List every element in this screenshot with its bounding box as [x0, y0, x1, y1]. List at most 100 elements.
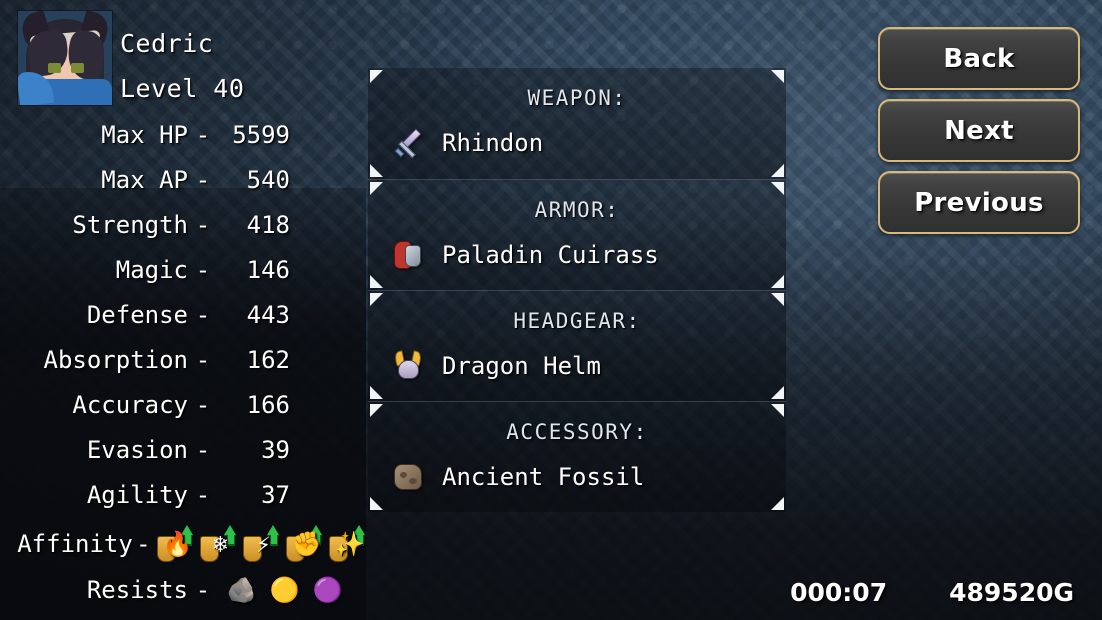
- resists-dash: -: [195, 576, 211, 604]
- corner-bracket-icon: [370, 497, 383, 510]
- petrify-resist-icon[interactable]: 🪨: [218, 570, 258, 610]
- navigation-buttons: Back Next Previous: [878, 27, 1080, 243]
- stat-value: 37: [261, 480, 290, 509]
- corner-bracket-icon: [771, 275, 784, 288]
- corner-bracket-icon: [370, 386, 383, 399]
- gold-display: 489520G: [949, 578, 1074, 607]
- stat-label: Max HP: [101, 120, 188, 149]
- stat-value: 162: [246, 345, 290, 374]
- corner-bracket-icon: [370, 293, 383, 306]
- corner-bracket-icon: [370, 182, 383, 195]
- weapon-item-name: Rhindon: [442, 129, 544, 157]
- character-info-panel: Cedric Level 40 Max HP - 5599 Max AP - 5…: [0, 0, 366, 620]
- stat-dash: -: [195, 435, 211, 464]
- resists-row: Resists - 🪨 🟡 🟣: [0, 570, 366, 610]
- resists-icon-group: 🪨 🟡 🟣: [218, 570, 344, 610]
- stat-dash: -: [195, 165, 211, 194]
- stat-dash: -: [195, 120, 211, 149]
- corner-bracket-icon: [771, 293, 784, 306]
- stat-label: Absorption: [43, 345, 189, 374]
- character-level: Level 40: [120, 74, 245, 103]
- sword-icon: [388, 123, 428, 163]
- earth-affinity-icon[interactable]: ✊: [283, 524, 323, 564]
- stat-row-accuracy: Accuracy - 166: [0, 382, 290, 427]
- play-time-display: 000:07: [790, 578, 888, 607]
- stat-row-agility: Agility - 37: [0, 472, 290, 517]
- lightning-icon-glyph: ⚡: [256, 530, 271, 558]
- stat-list: Max HP - 5599 Max AP - 540 Strength - 41…: [0, 112, 291, 517]
- status-bar: 000:07 489520G: [790, 578, 1074, 607]
- lightning-affinity-icon[interactable]: ⚡: [240, 524, 280, 564]
- poison-icon-glyph: 🟣: [312, 576, 343, 604]
- stat-dash: -: [195, 345, 211, 374]
- weapon-slot[interactable]: WEAPON: Rhindon: [368, 68, 786, 179]
- stat-value: 5599: [232, 120, 290, 149]
- affinity-icon-group: 🔥 ❄ ⚡ ✊ ✨: [154, 524, 366, 564]
- accessory-item-name: Ancient Fossil: [442, 463, 645, 491]
- stat-label: Max AP: [101, 165, 188, 194]
- corner-bracket-icon: [771, 386, 784, 399]
- petrify-icon-glyph: 🪨: [226, 576, 257, 604]
- helm-icon: [388, 346, 428, 386]
- holy-affinity-icon[interactable]: ✨: [326, 524, 366, 564]
- stat-label: Accuracy: [72, 390, 188, 419]
- stat-row-absorption: Absorption - 162: [0, 337, 291, 382]
- stat-row-magic: Magic - 146: [0, 247, 290, 292]
- accessory-slot[interactable]: ACCESSORY: Ancient Fossil: [368, 401, 786, 512]
- armor-slot[interactable]: ARMOR: Paladin Cuirass: [368, 179, 786, 290]
- avatar: [18, 11, 112, 105]
- character-name: Cedric: [120, 29, 214, 58]
- stat-label: Defense: [86, 300, 188, 329]
- corner-bracket-icon: [771, 404, 784, 417]
- stat-dash: -: [195, 390, 211, 419]
- stat-dash: -: [195, 210, 211, 239]
- fire-icon-glyph: 🔥: [162, 530, 193, 558]
- corner-bracket-icon: [771, 497, 784, 510]
- corner-bracket-icon: [771, 182, 784, 195]
- affinity-row: Affinity - 🔥 ❄ ⚡ ✊ ✨: [0, 524, 366, 564]
- corner-bracket-icon: [370, 404, 383, 417]
- stat-value: 166: [246, 390, 290, 419]
- equipment-panel: WEAPON: Rhindon ARMOR: Paladin Cuirass H…: [368, 68, 786, 512]
- stat-value: 443: [246, 300, 290, 329]
- stat-label: Strength: [72, 210, 188, 239]
- fire-affinity-icon[interactable]: 🔥: [154, 524, 194, 564]
- accessory-slot-title: ACCESSORY:: [506, 420, 648, 444]
- stat-row-max-ap: Max AP - 540: [0, 157, 290, 202]
- fossil-icon: [388, 457, 428, 497]
- affinity-label: Affinity: [17, 530, 133, 558]
- stat-row-strength: Strength - 418: [0, 202, 290, 247]
- corner-bracket-icon: [370, 70, 383, 83]
- back-button[interactable]: Back: [878, 27, 1080, 90]
- armor-icon: [388, 235, 428, 275]
- stat-dash: -: [195, 300, 211, 329]
- ice-icon-glyph: ❄: [213, 530, 228, 558]
- holy-icon-glyph: ✨: [334, 530, 365, 558]
- weapon-slot-title: WEAPON:: [527, 86, 627, 110]
- corner-bracket-icon: [771, 164, 784, 177]
- corner-bracket-icon: [370, 275, 383, 288]
- stat-value: 540: [246, 165, 290, 194]
- stat-dash: -: [195, 255, 211, 284]
- previous-button[interactable]: Previous: [878, 171, 1080, 234]
- stat-label: Agility: [86, 480, 188, 509]
- silence-resist-icon[interactable]: 🟡: [261, 570, 301, 610]
- poison-resist-icon[interactable]: 🟣: [304, 570, 344, 610]
- stat-label: Magic: [115, 255, 188, 284]
- silence-icon-glyph: 🟡: [269, 576, 300, 604]
- stat-dash: -: [195, 480, 211, 509]
- corner-bracket-icon: [370, 164, 383, 177]
- character-status-screen: Cedric Level 40 Max HP - 5599 Max AP - 5…: [0, 0, 1102, 620]
- armor-slot-title: ARMOR:: [534, 198, 620, 222]
- stat-value: 418: [246, 210, 290, 239]
- next-button[interactable]: Next: [878, 99, 1080, 162]
- stat-row-max-hp: Max HP - 5599: [0, 112, 290, 157]
- headgear-slot-title: HEADGEAR:: [513, 309, 641, 333]
- resists-label: Resists: [86, 576, 188, 604]
- earth-icon-glyph: ✊: [291, 530, 322, 558]
- ice-affinity-icon[interactable]: ❄: [197, 524, 237, 564]
- armor-item-name: Paladin Cuirass: [442, 241, 659, 269]
- headgear-slot[interactable]: HEADGEAR: Dragon Helm: [368, 290, 786, 401]
- stat-row-evasion: Evasion - 39: [0, 427, 290, 472]
- stat-label: Evasion: [86, 435, 188, 464]
